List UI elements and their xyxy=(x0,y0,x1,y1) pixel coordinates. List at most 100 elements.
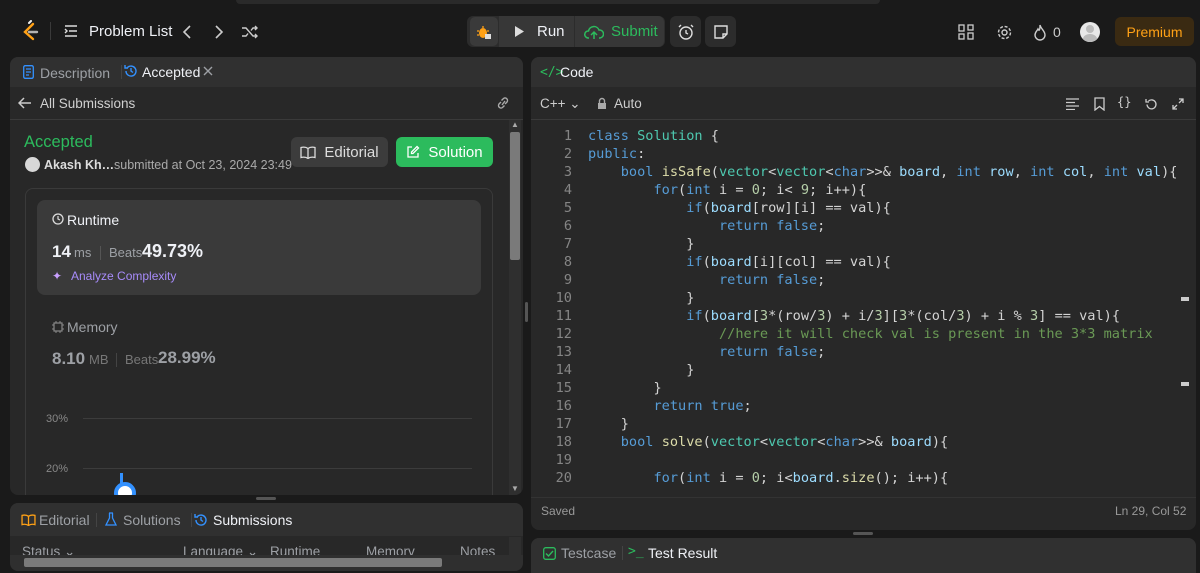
line-number: 3 xyxy=(563,164,572,180)
lock-icon xyxy=(597,97,607,110)
flask-icon xyxy=(105,512,117,527)
line-number: 19 xyxy=(555,452,572,468)
layout-icon[interactable] xyxy=(957,23,975,41)
top-strip xyxy=(236,0,880,4)
code-line: return false; xyxy=(718,218,826,234)
premium-button[interactable]: Premium xyxy=(1115,17,1194,46)
cursor-position: Ln 29, Col 52 xyxy=(1115,504,1187,518)
avatar[interactable] xyxy=(1080,22,1100,42)
bookmark-icon[interactable] xyxy=(1092,96,1106,111)
line-number: 5 xyxy=(563,200,572,216)
h-scroll-thumb[interactable] xyxy=(24,558,442,567)
code-line: bool isSafe(vector<vector<char>>& board,… xyxy=(620,164,1178,180)
all-submissions-link[interactable]: All Submissions xyxy=(40,96,135,111)
language-selector[interactable]: C++ ⌄ xyxy=(540,96,581,112)
code-line: if(board[row][i] == val){ xyxy=(686,200,891,216)
bottom-right-panel: Testcase >_ Test Result xyxy=(531,538,1196,573)
run-label: Run xyxy=(537,23,565,40)
cloud-upload-icon xyxy=(584,23,604,41)
submissions-history-icon xyxy=(194,513,208,527)
saved-status: Saved xyxy=(541,504,576,518)
prev-problem-icon[interactable] xyxy=(180,24,194,40)
leetcode-logo[interactable] xyxy=(20,20,40,42)
streak-flame-icon[interactable] xyxy=(1032,23,1048,41)
line-number: 9 xyxy=(563,272,572,288)
bottom-left-panel: Editorial Solutions Submissions Status ⌄… xyxy=(10,503,523,571)
tab-editorial[interactable]: Editorial xyxy=(39,512,90,528)
play-icon xyxy=(513,25,525,38)
tab-testcase[interactable]: Testcase xyxy=(561,545,616,561)
debug-icon[interactable] xyxy=(470,17,498,46)
code-title: Code xyxy=(560,64,594,80)
code-line: return false; xyxy=(718,344,826,360)
line-number: 18 xyxy=(555,434,572,450)
code-line: } xyxy=(588,290,695,306)
code-line: for(int i = 0; i<board.size(); i++){ xyxy=(653,470,949,486)
line-number: 8 xyxy=(563,254,572,270)
line-number: 7 xyxy=(563,236,572,252)
tab-submissions[interactable]: Submissions xyxy=(213,512,292,528)
line-number: 16 xyxy=(555,398,572,414)
line-number: 17 xyxy=(555,416,572,432)
horizontal-scrollbar[interactable] xyxy=(10,555,523,571)
code-line: if(board[i][col] == val){ xyxy=(686,254,891,270)
code-resize-handle[interactable] xyxy=(853,532,873,535)
problem-list-link[interactable]: Problem List xyxy=(89,23,172,40)
tab-test-result[interactable]: Test Result xyxy=(648,545,717,561)
link-share-icon[interactable] xyxy=(495,96,511,110)
code-line: } xyxy=(588,416,629,432)
alarm-clock-icon[interactable] xyxy=(670,16,701,47)
code-line: for(int i = 0; i< 9; i++){ xyxy=(653,182,867,198)
tab-solutions[interactable]: Solutions xyxy=(123,512,181,528)
list-icon xyxy=(64,24,78,38)
code-line: if(board[3*(row/3) + i/3][3*(col/3) + i … xyxy=(686,308,1121,324)
gridline-20 xyxy=(83,468,472,469)
language-label: C++ xyxy=(540,96,566,111)
submit-label: Submit xyxy=(611,23,658,40)
line-number: 4 xyxy=(563,182,572,198)
description-icon xyxy=(22,65,34,79)
line-number: 10 xyxy=(555,290,572,306)
line-number: 20 xyxy=(555,470,572,486)
line-number: 1 xyxy=(563,128,572,144)
bottom-left-vscroll[interactable] xyxy=(509,537,521,555)
braces-icon[interactable]: {} xyxy=(1117,95,1131,109)
settings-gear-icon[interactable] xyxy=(995,23,1013,41)
code-line: } xyxy=(588,236,695,252)
mode-auto[interactable]: Auto xyxy=(614,96,642,111)
code-line: class Solution { xyxy=(588,128,719,144)
tab-accepted[interactable]: Accepted xyxy=(142,64,200,80)
line-number: 6 xyxy=(563,218,572,234)
code-line: return true; xyxy=(653,398,752,414)
close-tab-icon[interactable] xyxy=(203,66,213,76)
minimap-marker-1 xyxy=(1181,297,1189,301)
expand-icon[interactable] xyxy=(1171,97,1185,111)
code-line: bool solve(vector<vector<char>>& board){ xyxy=(620,434,949,450)
terminal-icon: >_ xyxy=(628,544,644,559)
next-problem-icon[interactable] xyxy=(212,24,226,40)
format-icon[interactable] xyxy=(1065,97,1079,111)
history-icon xyxy=(124,64,138,78)
streak-count: 0 xyxy=(1053,24,1061,40)
line-number: 15 xyxy=(555,380,572,396)
code-line: public: xyxy=(588,146,646,162)
panel-resize-handle[interactable] xyxy=(256,497,276,500)
back-arrow-icon[interactable] xyxy=(18,97,32,109)
line-number: 12 xyxy=(555,326,572,342)
shuffle-icon[interactable] xyxy=(240,23,260,41)
line-number: 14 xyxy=(555,362,572,378)
reset-icon[interactable] xyxy=(1144,97,1158,111)
code-line: return false; xyxy=(718,272,826,288)
minimap-marker-2 xyxy=(1181,382,1189,386)
note-icon[interactable] xyxy=(705,16,736,47)
code-line: //here it will check val is present in t… xyxy=(718,326,1153,342)
line-number: 2 xyxy=(563,146,572,162)
checkbox-icon xyxy=(543,547,556,560)
line-number: 13 xyxy=(555,344,572,360)
editorial-book-icon xyxy=(21,514,36,526)
code-line: } xyxy=(588,362,695,378)
top-bar: Problem List Run Submit 0 Premium xyxy=(0,0,1200,56)
line-number: 11 xyxy=(555,308,572,324)
tab-description[interactable]: Description xyxy=(40,65,110,81)
code-line: } xyxy=(588,380,662,396)
